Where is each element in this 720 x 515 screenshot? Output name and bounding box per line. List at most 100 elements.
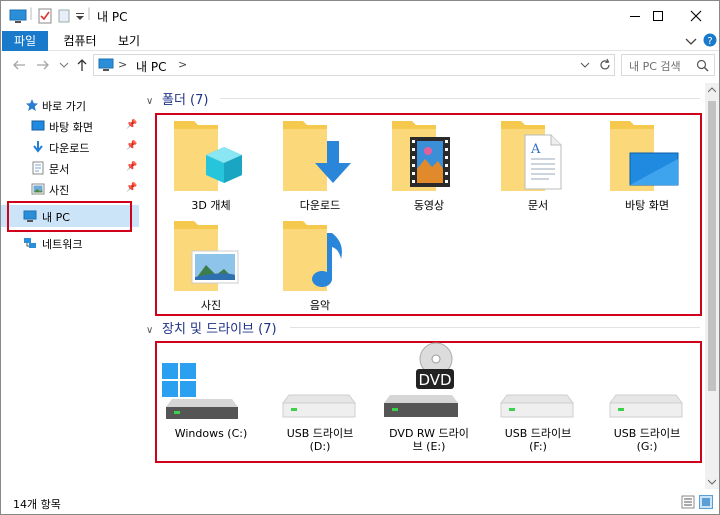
drive-label: USB 드라이브 <box>286 427 354 440</box>
recent-locations-button[interactable] <box>55 56 73 74</box>
new-folder-icon[interactable] <box>57 7 71 25</box>
address-dropdown-icon[interactable] <box>580 61 590 69</box>
scroll-up-icon[interactable] <box>708 87 716 93</box>
downloads-icon <box>33 141 43 153</box>
address-bar[interactable]: > 내 PC > <box>93 54 615 76</box>
svg-text:?: ? <box>707 36 712 47</box>
address-root-separator[interactable]: > <box>118 58 127 71</box>
drive-label: Windows (C:) <box>174 427 248 440</box>
title-divider: | <box>87 6 92 20</box>
usb-drive-icon <box>282 394 356 418</box>
nav-item-label: 바탕 화면 <box>49 121 93 134</box>
address-separator[interactable]: > <box>178 58 187 71</box>
details-view-icon[interactable] <box>681 495 695 509</box>
nav-item-desktop[interactable]: 바탕 화면 📌 <box>1 116 139 136</box>
search-placeholder[interactable]: 내 PC 검색 <box>629 58 681 74</box>
forward-button[interactable] <box>34 56 52 74</box>
navigation-pane: 바로 가기 바탕 화면 📌 다운로드 📌 문서 📌 사진 📌 내 PC 네트워크 <box>1 83 141 489</box>
star-icon <box>26 99 38 111</box>
search-box[interactable]: 내 PC 검색 <box>621 54 715 76</box>
tab-computer[interactable]: 컴퓨터 <box>57 31 103 51</box>
folder-label: 문서 <box>527 199 549 212</box>
folder-label: 음악 <box>309 299 331 312</box>
drive-tile-c[interactable]: Windows (C:) <box>162 355 260 459</box>
desktop-icon <box>610 121 679 191</box>
forward-arrow-icon <box>37 60 49 70</box>
nav-item-downloads[interactable]: 다운로드 📌 <box>1 137 139 157</box>
drive-letter: (D:) <box>309 440 331 453</box>
documents-icon <box>32 161 44 175</box>
customize-qa-chevron-icon[interactable] <box>75 7 85 25</box>
dvd-badge: DVD <box>418 371 451 389</box>
nav-network[interactable]: 네트워크 <box>1 233 139 253</box>
collapse-chevron-icon[interactable]: ∨ <box>146 96 158 107</box>
drive-label: USB 드라이브 <box>613 427 681 440</box>
ribbon-tabs: 파일 컴퓨터 보기 ? <box>1 31 719 51</box>
pictures-icon <box>174 221 239 291</box>
back-button[interactable] <box>10 56 28 74</box>
pictures-icon <box>31 183 45 195</box>
refresh-icon[interactable] <box>598 58 612 72</box>
downloads-icon <box>283 121 351 191</box>
usb-drive-icon <box>609 394 683 418</box>
this-pc-icon <box>9 9 27 23</box>
search-icon[interactable] <box>696 59 709 72</box>
drive-tile-e[interactable]: DVD DVD RW 드라이 브 (E:) <box>380 341 478 459</box>
close-button[interactable] <box>673 1 719 31</box>
folder-tile-documents[interactable]: A 문서 <box>489 119 587 213</box>
drive-tile-f[interactable]: USB 드라이브 (F:) <box>489 355 587 459</box>
nav-item-documents[interactable]: 문서 📌 <box>1 158 139 178</box>
drive-tile-g[interactable]: USB 드라이브 (G:) <box>598 355 696 459</box>
scrollbar-thumb[interactable] <box>708 101 716 391</box>
drive-tile-d[interactable]: USB 드라이브 (D:) <box>271 355 369 459</box>
chevron-down-icon <box>59 62 69 68</box>
3d-objects-icon <box>174 121 242 191</box>
window-title: 내 PC <box>97 10 128 24</box>
pin-icon[interactable]: 📌 <box>126 162 137 172</box>
music-icon <box>283 221 342 291</box>
nav-quick-access[interactable]: 바로 가기 <box>1 95 139 115</box>
folder-label: 동영상 <box>413 199 445 212</box>
nav-item-label: 사진 <box>49 184 70 197</box>
expand-ribbon-icon[interactable] <box>685 36 697 46</box>
drive-letter: 브 (E:) <box>412 440 446 453</box>
pin-icon[interactable]: 📌 <box>126 141 137 151</box>
folder-tile-desktop[interactable]: 바탕 화면 <box>598 119 696 213</box>
vertical-scrollbar[interactable] <box>705 83 719 489</box>
drive-letter: (G:) <box>636 440 658 453</box>
folder-tile-downloads[interactable]: 다운로드 <box>271 119 369 213</box>
up-button[interactable] <box>73 56 91 74</box>
group-header-folders[interactable]: ∨ 폴더 (7) <box>146 89 208 108</box>
pin-icon[interactable]: 📌 <box>126 120 137 130</box>
pin-icon[interactable]: 📌 <box>126 183 137 193</box>
folder-tile-3d-objects[interactable]: 3D 개체 <box>162 119 260 213</box>
documents-icon: A <box>501 121 562 191</box>
title-bar: | | 내 PC <box>1 1 719 31</box>
address-path[interactable]: 내 PC <box>136 58 166 75</box>
drive-label: USB 드라이브 <box>504 427 572 440</box>
file-explorer-window: | | 내 PC 파일 컴퓨터 보기 ? > 내 PC > 내 PC 검색 바로… <box>0 0 720 515</box>
group-header-drives[interactable]: ∨ 장치 및 드라이브 (7) <box>146 318 277 337</box>
scroll-down-icon[interactable] <box>708 479 716 485</box>
folder-label: 사진 <box>200 299 222 312</box>
nav-item-label: 다운로드 <box>49 142 90 155</box>
qa-divider: | <box>29 6 34 20</box>
collapse-chevron-icon[interactable]: ∨ <box>146 325 158 336</box>
folder-tile-pictures[interactable]: 사진 <box>162 219 260 313</box>
tab-view[interactable]: 보기 <box>109 31 149 51</box>
tab-file[interactable]: 파일 <box>2 31 48 51</box>
folder-tile-videos[interactable]: 동영상 <box>380 119 478 213</box>
group-header-label: 장치 및 드라이브 (7) <box>162 322 277 337</box>
folder-tile-music[interactable]: 음악 <box>271 219 369 313</box>
nav-item-pictures[interactable]: 사진 📌 <box>1 179 139 199</box>
large-icons-view-icon[interactable] <box>699 495 713 509</box>
usb-drive-icon <box>500 394 574 418</box>
help-icon[interactable]: ? <box>703 33 717 47</box>
properties-icon[interactable] <box>37 7 53 25</box>
navigation-bar: > 내 PC > 내 PC 검색 <box>1 51 719 79</box>
desktop-icon <box>31 120 45 131</box>
back-arrow-icon <box>13 60 25 70</box>
folder-label: 다운로드 <box>299 199 341 212</box>
dvd-drive-icon: DVD <box>384 342 458 417</box>
status-bar: 14개 항목 <box>1 489 719 514</box>
